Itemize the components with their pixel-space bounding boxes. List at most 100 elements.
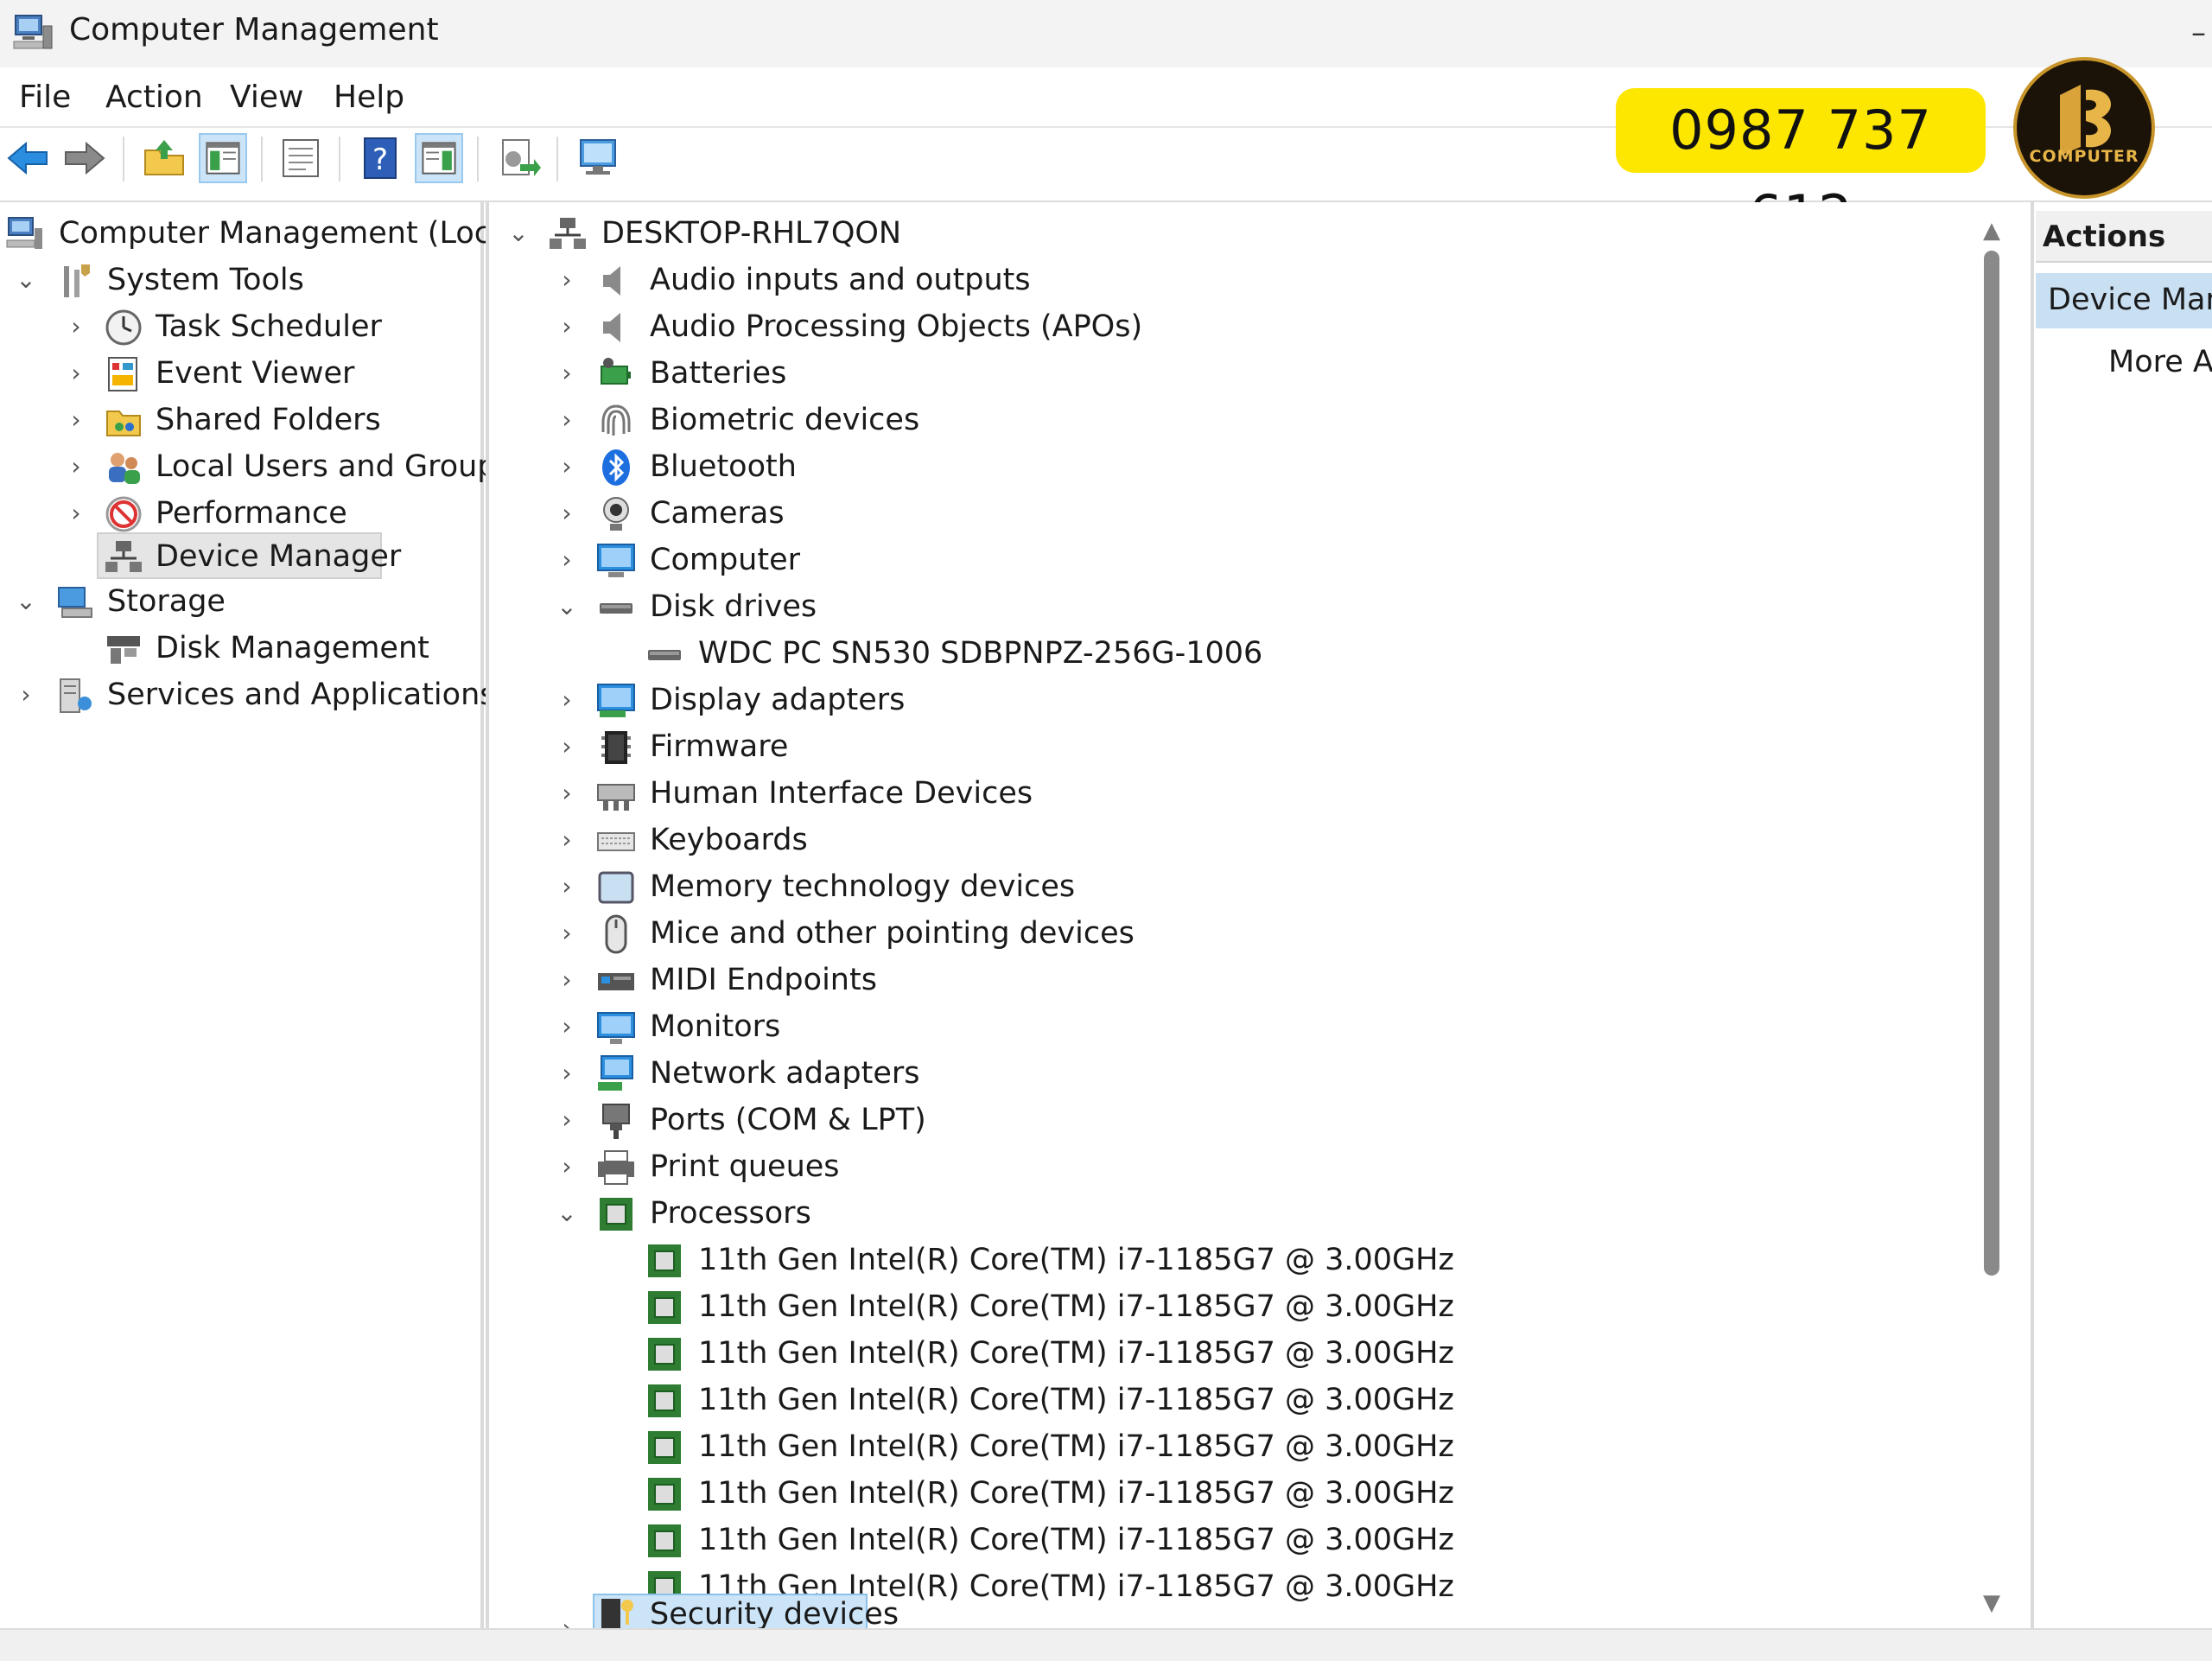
up-folder-icon[interactable] [140,133,188,183]
menu-view[interactable]: View [230,78,303,118]
chevron-right-icon[interactable]: › [551,778,582,809]
storage-icon [58,587,92,618]
svg-text:?: ? [372,143,388,177]
export-list-icon[interactable] [494,133,543,183]
chevron-right-icon[interactable]: › [551,1104,582,1136]
help-icon[interactable]: ? [356,133,404,183]
chevron-right-icon[interactable]: › [551,1011,582,1042]
more-actions-link[interactable]: More Ac [2108,340,2212,384]
processor-item[interactable]: 11th Gen Intel(R) Core(TM) i7-1185G7 @ 3… [503,1284,1972,1329]
chevron-right-icon[interactable]: › [551,544,582,576]
category-firmware[interactable]: › Firmware [503,724,1972,769]
category-memory-tech[interactable]: › Memory technology devices [503,864,1972,909]
category-processors[interactable]: ⌄ Processors [503,1191,1972,1236]
chevron-down-icon[interactable]: ⌄ [10,264,41,296]
chevron-down-icon[interactable]: ⌄ [503,218,534,249]
chevron-right-icon[interactable]: › [551,404,582,436]
tree-item-storage[interactable]: ⌄ Storage [3,579,479,624]
tree-item-task-scheduler[interactable]: › Task Scheduler [3,304,479,349]
chevron-down-icon[interactable]: ⌄ [10,586,41,617]
menu-action[interactable]: Action [105,78,203,118]
category-biometric[interactable]: › Biometric devices [503,398,1972,442]
chevron-right-icon[interactable]: › [551,918,582,949]
chevron-right-icon[interactable]: › [60,358,92,389]
menu-file[interactable]: File [19,78,71,118]
category-label: Computer [650,543,800,577]
chevron-right-icon[interactable]: › [551,871,582,902]
category-audio-io[interactable]: › Audio inputs and outputs [503,258,1972,302]
forward-arrow-icon[interactable] [60,133,109,183]
chevron-right-icon[interactable]: › [551,964,582,996]
disk-management-icon [107,636,140,664]
tree-label: Computer Management (Local) [59,216,530,251]
processor-icon [648,1431,681,1464]
tree-item-event-viewer[interactable]: › Event Viewer [3,351,479,396]
status-bar [0,1628,2212,1661]
connect-computer-icon[interactable] [574,133,622,183]
tree-item-local-users[interactable]: › Local Users and Groups [3,444,512,489]
processor-item[interactable]: 11th Gen Intel(R) Core(TM) i7-1185G7 @ 3… [503,1238,1972,1282]
category-display-adapters[interactable]: › Display adapters [503,678,1972,722]
chevron-right-icon[interactable]: › [60,311,92,342]
category-mice[interactable]: › Mice and other pointing devices [503,911,1972,956]
tree-root-computer-management[interactable]: Computer Management (Local) [3,211,530,256]
category-monitors[interactable]: › Monitors [503,1004,1972,1049]
chevron-right-icon[interactable]: › [60,451,92,482]
chevron-down-icon[interactable]: ⌄ [551,1198,582,1229]
chevron-right-icon[interactable]: › [551,451,582,482]
chevron-right-icon[interactable]: › [551,731,582,762]
tree-item-system-tools[interactable]: ⌄ System Tools [3,258,479,302]
category-security-devices[interactable]: › Security devices [503,1594,1972,1628]
chevron-right-icon[interactable]: › [60,498,92,529]
category-midi[interactable]: › MIDI Endpoints [503,958,1972,1002]
chevron-right-icon[interactable]: › [551,1151,582,1182]
processor-item[interactable]: 11th Gen Intel(R) Core(TM) i7-1185G7 @ 3… [503,1518,1972,1562]
chevron-right-icon[interactable]: › [10,679,41,710]
processor-item[interactable]: 11th Gen Intel(R) Core(TM) i7-1185G7 @ 3… [503,1378,1972,1422]
tree-item-services-applications[interactable]: › Services and Applications [3,672,495,717]
category-print-queues[interactable]: › Print queues [503,1144,1972,1189]
chevron-right-icon[interactable]: › [60,404,92,436]
tree-item-performance[interactable]: › Performance [3,491,479,536]
chevron-right-icon[interactable]: › [551,358,582,389]
category-bluetooth[interactable]: › Bluetooth [503,444,1972,489]
chevron-right-icon[interactable]: › [551,498,582,529]
processor-item[interactable]: 11th Gen Intel(R) Core(TM) i7-1185G7 @ 3… [503,1331,1972,1376]
back-arrow-icon[interactable] [3,133,52,183]
device-disk-wdc[interactable]: WDC PC SN530 SDBPNPZ-256G-1006 [503,631,1972,676]
category-cameras[interactable]: › Cameras [503,491,1972,536]
chevron-right-icon[interactable]: › [551,311,582,342]
category-ports[interactable]: › Ports (COM & LPT) [503,1098,1972,1142]
chevron-right-icon[interactable]: › [551,1058,582,1089]
scroll-down-arrow-icon[interactable]: ▼ [1979,1590,2005,1616]
category-network-adapters[interactable]: › Network adapters [503,1051,1972,1096]
properties-icon[interactable] [276,133,325,183]
scroll-thumb[interactable] [1984,251,1999,1276]
tree-label: Services and Applications [107,678,496,712]
category-hid[interactable]: › Human Interface Devices [503,771,1972,816]
category-keyboards[interactable]: › Keyboards [503,818,1972,862]
show-hide-tree-icon[interactable] [199,133,247,183]
category-label: Network adapters [650,1056,920,1091]
processor-item[interactable]: 11th Gen Intel(R) Core(TM) i7-1185G7 @ 3… [503,1471,1972,1516]
menu-help[interactable]: Help [334,78,404,118]
category-disk-drives[interactable]: ⌄ Disk drives [503,584,1972,629]
device-tree-root[interactable]: ⌄ DESKTOP-RHL7QON [503,211,1972,256]
tree-item-device-manager-selected[interactable]: Device Manager [97,532,401,579]
category-apo[interactable]: › Audio Processing Objects (APOs) [503,304,1972,349]
hid-keyboard-icon [597,784,635,811]
chevron-right-icon[interactable]: › [551,264,582,296]
chevron-right-icon[interactable]: › [551,1613,582,1628]
chevron-right-icon[interactable]: › [551,684,582,716]
chevron-down-icon[interactable]: ⌄ [551,591,582,622]
show-hide-action-pane-icon[interactable] [415,133,463,183]
category-batteries[interactable]: › Batteries [503,351,1972,396]
webcam-icon [603,497,629,531]
category-computer[interactable]: › Computer [503,538,1972,582]
minimize-button[interactable]: – [2191,16,2206,50]
scroll-up-arrow-icon[interactable]: ▲ [1979,218,2005,244]
chevron-right-icon[interactable]: › [551,824,582,856]
processor-item[interactable]: 11th Gen Intel(R) Core(TM) i7-1185G7 @ 3… [503,1424,1972,1469]
tree-item-shared-folders[interactable]: › Shared Folders [3,398,479,442]
tree-item-disk-management[interactable]: Disk Management [3,626,479,671]
